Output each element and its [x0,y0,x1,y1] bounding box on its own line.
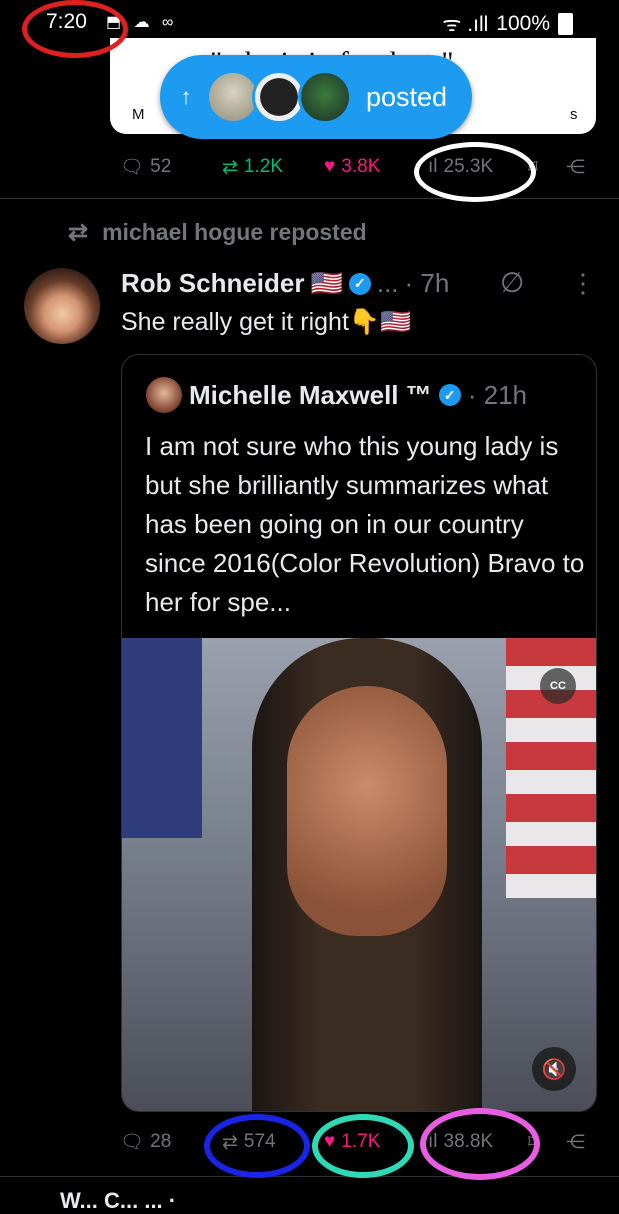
new-posts-pill[interactable]: ↑ posted [160,55,472,139]
heart-icon: ♥ [324,156,336,177]
quoted-author-name: Michelle Maxwell ™ [189,379,432,410]
pill-avatars [206,70,352,124]
repost-button[interactable]: ⇄ 1.2K [222,156,283,179]
annotation-circle [312,1114,414,1178]
flag-background [122,638,202,838]
reply-button[interactable]: 🗨︎ 52 [120,155,171,179]
arrow-up-icon: ↑ [180,84,192,109]
quoted-time: · 21h [467,379,528,410]
reply-icon: 🗨︎ [120,157,145,178]
reply-button[interactable]: 🗨︎ 28 [120,1130,171,1154]
quoted-post[interactable]: Michelle Maxwell ™ ✓ · 21h I am not sure… [121,354,597,1112]
verified-icon: ✓ [438,384,461,406]
battery-percent: 100% [496,12,550,35]
repost-indicator[interactable]: ⇄ michael hogue reposted [68,218,367,247]
ellipsis: ... [376,268,399,298]
avatar [298,70,352,124]
repost-icon: ⇄ [222,156,238,178]
previous-post-sub-left: M [132,106,145,123]
next-post-author[interactable]: W... C... ... · [60,1188,176,1214]
previous-post-sub-right: s [570,106,578,123]
post-time: · 7h [404,268,450,298]
quoted-author-line: Michelle Maxwell ™ ✓ · 21h [146,377,527,413]
post-author-line[interactable]: Rob Schneider 🇺🇸 ✓ ... · 7h [121,268,449,299]
repost-icon: ⇄ [68,219,89,246]
status-right-group: ᯤ .ıll 100% [442,10,573,38]
share-button[interactable]: ⋲ [566,1131,585,1154]
battery-icon [558,13,573,35]
more-options-icon[interactable]: ⋮ [570,268,596,299]
share-icon: ⋲ [566,1131,585,1153]
grok-icon[interactable]: ∅ [500,266,524,299]
annotation-circle [22,0,128,58]
speaker-muted-icon[interactable]: 🔇 [532,1047,576,1091]
captions-button[interactable]: CC [540,668,576,704]
like-button[interactable]: ♥ 3.8K [324,156,380,178]
annotation-circle [204,1114,310,1178]
annotation-circle [414,142,536,202]
signal-icon: ᯤ .ıll [442,13,489,36]
verified-icon: ✓ [348,272,371,295]
share-button[interactable]: ⋲ [566,156,585,179]
annotation-circle [420,1108,540,1180]
quoted-avatar [146,377,182,413]
divider [0,1176,619,1177]
post-text: She really get it right👇🇺🇸 [121,308,412,336]
video-subject-face [287,686,447,936]
author-avatar[interactable] [24,268,100,344]
quoted-text: I am not sure who this young lady is but… [145,431,585,617]
reply-icon: 🗨︎ [120,1132,145,1153]
author-name: Rob Schneider [121,268,305,298]
quoted-video[interactable]: CC 🔇 [122,638,596,1111]
flag-emoji: 🇺🇸 [310,268,343,298]
divider [0,198,619,199]
share-icon: ⋲ [566,156,585,178]
pill-label: posted [366,81,448,112]
